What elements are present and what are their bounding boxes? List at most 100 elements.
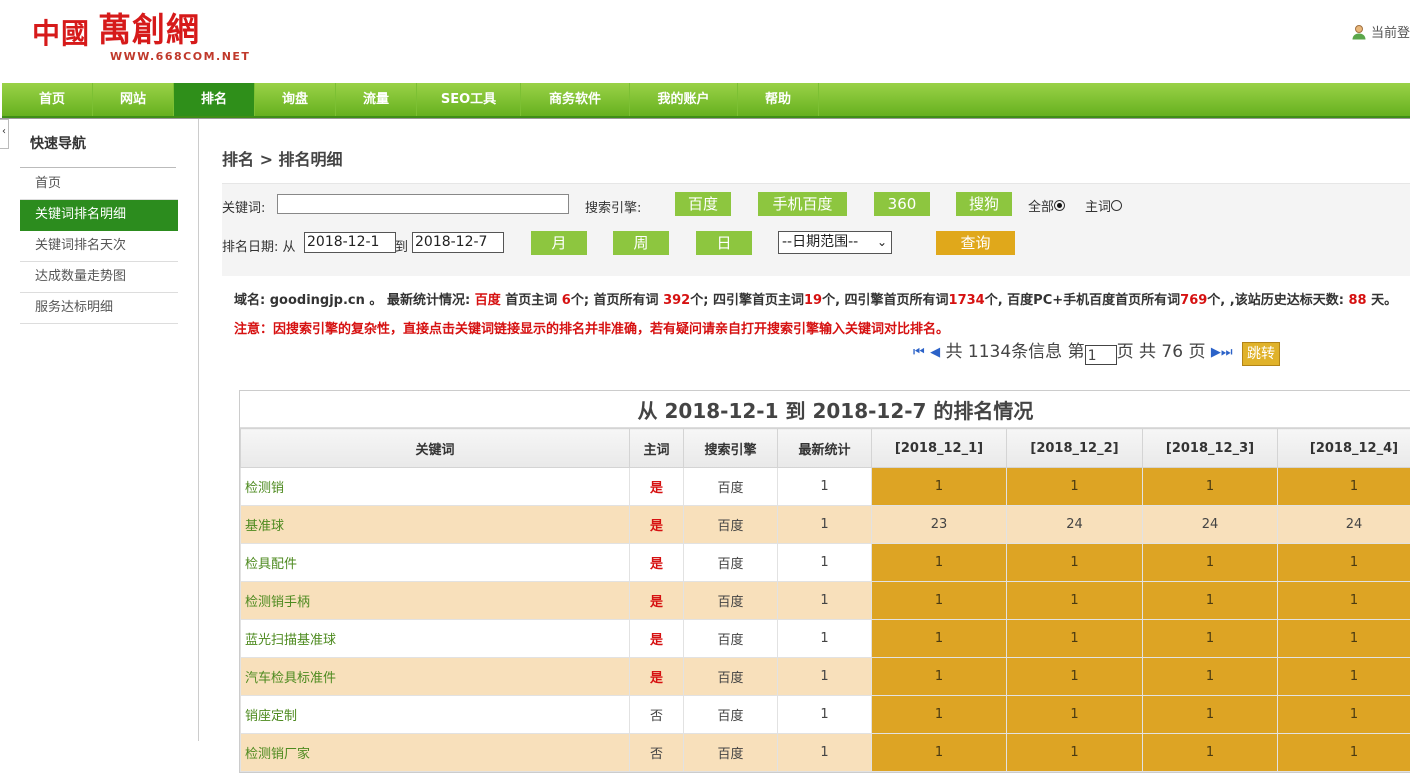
period-day-button[interactable]: 日 (696, 231, 752, 255)
date-range-value: --日期范围-- (782, 234, 858, 250)
keyword-link[interactable]: 检测销厂家 (241, 734, 630, 772)
latest-cell: 1 (778, 696, 872, 734)
keyword-link[interactable]: 汽车检具标准件 (241, 658, 630, 696)
rank-cell: 1 (1007, 734, 1143, 772)
keyword-link[interactable]: 检具配件 (241, 544, 630, 582)
main-nav: 首页网站排名询盘流量SEO工具商务软件我的账户帮助 (2, 83, 1410, 118)
stats-text: 天。 (1371, 293, 1397, 308)
stats-home-all: 392 (663, 293, 690, 308)
rank-cell: 1 (872, 734, 1007, 772)
rank-cell: 1 (872, 658, 1007, 696)
sidebar-item-1[interactable]: 关键词排名明细 (20, 200, 178, 231)
nav-item-6[interactable]: 商务软件 (521, 83, 630, 116)
keyword-input[interactable] (277, 194, 569, 214)
radio-all-option[interactable]: 全部 (1028, 196, 1065, 215)
main-word-cell: 是 (630, 506, 684, 544)
nav-item-7[interactable]: 我的账户 (630, 83, 738, 116)
engine-label: 搜索引擎: (585, 197, 641, 216)
period-month-button[interactable]: 月 (531, 231, 587, 255)
rank-cell: 1 (1007, 696, 1143, 734)
table-row: 蓝光扫描基准球是百度11111 (241, 620, 1410, 658)
radio-all[interactable] (1054, 200, 1065, 211)
radio-main-label: 主词 (1085, 200, 1111, 215)
table-row: 检测销是百度11111 (241, 468, 1410, 506)
engine-baidu-button[interactable]: 百度 (675, 192, 731, 216)
table-row: 基准球是百度123242424 (241, 506, 1410, 544)
engine-sogou-button[interactable]: 搜狗 (956, 192, 1012, 216)
engine-mobile-baidu-button[interactable]: 手机百度 (758, 192, 847, 216)
engine-cell: 百度 (684, 544, 778, 582)
sidebar-item-0[interactable]: 首页 (20, 169, 178, 200)
main-word-cell: 是 (630, 468, 684, 506)
user-label: 当前登 (1371, 26, 1410, 41)
sidebar-item-4[interactable]: 服务达标明细 (20, 293, 178, 324)
engine-cell: 百度 (684, 468, 778, 506)
last-page-icon[interactable]: ⏭ (1221, 341, 1233, 365)
logo-brand-text: 萬創網 (98, 12, 200, 48)
column-header: 最新统计 (778, 429, 872, 468)
sidebar-item-3[interactable]: 达成数量走势图 (20, 262, 178, 293)
engine-cell: 百度 (684, 582, 778, 620)
latest-cell: 1 (778, 658, 872, 696)
latest-cell: 1 (778, 620, 872, 658)
keyword-link[interactable]: 销座定制 (241, 696, 630, 734)
stats-summary: 域名: goodingjp.cn 。 最新统计情况: 百度 首页主词 6个; 首… (234, 289, 1397, 308)
nav-item-8[interactable]: 帮助 (738, 83, 819, 116)
sidebar-collapse-toggle[interactable]: ‹ (0, 119, 9, 149)
domain-value: goodingjp.cn (270, 293, 365, 308)
chevron-down-icon: ⌄ (877, 232, 887, 253)
rank-cell: 24 (1007, 506, 1143, 544)
logo-cn-text: 中國 (32, 12, 90, 52)
rank-cell: 1 (872, 696, 1007, 734)
main-word-cell: 否 (630, 734, 684, 772)
radio-main[interactable] (1111, 200, 1122, 211)
next-page-icon[interactable]: ▶ (1211, 341, 1221, 365)
period-week-button[interactable]: 周 (613, 231, 669, 255)
rank-cell: 1 (1143, 468, 1278, 506)
ranking-table-panel: 从 2018-12-1 到 2018-12-7 的排名情况 关键词主词搜索引擎最… (239, 390, 1410, 773)
rank-cell: 1 (1007, 658, 1143, 696)
jump-button[interactable]: 跳转 (1242, 342, 1280, 366)
nav-item-4[interactable]: 流量 (336, 83, 417, 116)
rank-cell: 1 (1278, 734, 1410, 772)
rank-cell: 1 (1278, 658, 1410, 696)
page-number-input[interactable]: 1 (1085, 345, 1117, 365)
engine-cell: 百度 (684, 658, 778, 696)
keyword-link[interactable]: 基准球 (241, 506, 630, 544)
stats-pc-mobile: 769 (1180, 293, 1207, 308)
latest-cell: 1 (778, 506, 872, 544)
main-word-cell: 否 (630, 696, 684, 734)
column-header: [2018_12_1] (872, 429, 1007, 468)
date-to-input[interactable]: 2018-12-7 (412, 232, 504, 253)
radio-all-label: 全部 (1028, 200, 1054, 215)
date-range-select[interactable]: --日期范围-- ⌄ (778, 231, 892, 254)
site-logo[interactable]: 中國 萬創網 WWW.668COM.NET (32, 12, 262, 68)
sidebar-item-2[interactable]: 关键词排名天次 (20, 231, 178, 262)
nav-item-0[interactable]: 首页 (2, 83, 93, 116)
nav-item-2[interactable]: 排名 (174, 83, 255, 116)
nav-item-1[interactable]: 网站 (93, 83, 174, 116)
column-header: [2018_12_2] (1007, 429, 1143, 468)
table-row: 检具配件是百度11111 (241, 544, 1410, 582)
ranking-table: 关键词主词搜索引擎最新统计[2018_12_1][2018_12_2][2018… (240, 428, 1410, 772)
date-from-input[interactable]: 2018-12-1 (304, 232, 396, 253)
query-button[interactable]: 查询 (936, 231, 1015, 255)
rank-cell: 23 (872, 506, 1007, 544)
sidebar: 快速导航 首页关键词排名明细关键词排名天次达成数量走势图服务达标明细 (2, 119, 199, 741)
first-page-icon[interactable]: ⏮ (913, 341, 925, 365)
main-word-cell: 是 (630, 620, 684, 658)
radio-main-option[interactable]: 主词 (1085, 196, 1122, 215)
keyword-link[interactable]: 检测销手柄 (241, 582, 630, 620)
current-user: 当前登 (1351, 22, 1410, 41)
keyword-link[interactable]: 蓝光扫描基准球 (241, 620, 630, 658)
table-header-row: 关键词主词搜索引擎最新统计[2018_12_1][2018_12_2][2018… (241, 429, 1410, 468)
nav-item-3[interactable]: 询盘 (255, 83, 336, 116)
keyword-label: 关键词: (222, 197, 265, 216)
prev-page-icon[interactable]: ◀ (930, 341, 940, 365)
rank-cell: 1 (1278, 620, 1410, 658)
sidebar-title: 快速导航 (30, 133, 86, 153)
engine-360-button[interactable]: 360 (874, 192, 930, 216)
keyword-link[interactable]: 检测销 (241, 468, 630, 506)
rank-cell: 1 (1143, 658, 1278, 696)
nav-item-5[interactable]: SEO工具 (417, 83, 521, 116)
